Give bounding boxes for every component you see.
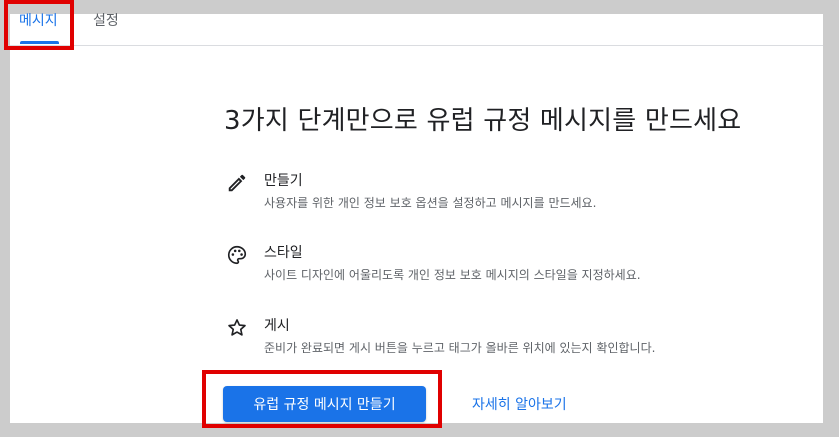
tab-bar: 메시지 설정 (10, 13, 823, 46)
learn-more-link[interactable]: 자세히 알아보기 (472, 394, 567, 414)
create-eu-message-button[interactable]: 유럽 규정 메시지 만들기 (223, 386, 426, 422)
pencil-icon (226, 172, 248, 194)
step-description: 사용자를 위한 개인 정보 보호 옵션을 설정하고 메시지를 만드세요. (264, 196, 597, 210)
step-title: 만들기 (264, 173, 303, 189)
step-title: 게시 (264, 318, 290, 334)
step-title: 스타일 (264, 245, 303, 261)
step-publish: 게시 준비가 완료되면 게시 버튼을 누르고 태그가 올바른 위치에 있는지 확… (226, 315, 786, 361)
step-description: 준비가 완료되면 게시 버튼을 누르고 태그가 올바른 위치에 있는지 확인합니… (264, 341, 656, 355)
tab-messages[interactable]: 메시지 (19, 10, 58, 30)
palette-icon (226, 244, 248, 266)
tab-settings[interactable]: 설정 (93, 10, 119, 30)
star-icon (226, 317, 248, 339)
main-panel: 메시지 설정 3가지 단계만으로 유럽 규정 메시지를 만드세요 만들기 사용자… (10, 13, 823, 423)
step-create: 만들기 사용자를 위한 개인 정보 보호 옵션을 설정하고 메시지를 만드세요. (226, 170, 786, 216)
step-description: 사이트 디자인에 어울리도록 개인 정보 보호 메시지의 스타일을 지정하세요. (264, 268, 641, 282)
step-style: 스타일 사이트 디자인에 어울리도록 개인 정보 보호 메시지의 스타일을 지정… (226, 242, 786, 288)
active-tab-indicator (20, 41, 59, 44)
page-title: 3가지 단계만으로 유럽 규정 메시지를 만드세요 (224, 106, 742, 136)
